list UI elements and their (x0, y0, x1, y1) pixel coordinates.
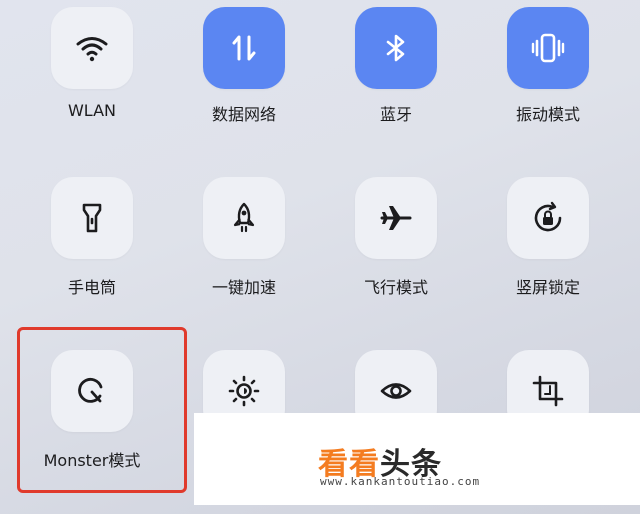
airplane-mode-label: 飞行模式 (363, 278, 428, 297)
vibrate-toggle[interactable] (507, 7, 589, 89)
screenshot-crop-icon (532, 375, 564, 407)
speed-boost-toggle[interactable] (203, 177, 285, 259)
bluetooth-toggle[interactable] (355, 7, 437, 89)
wifi-icon (76, 37, 108, 62)
rotation-lock-toggle[interactable] (507, 177, 589, 259)
flashlight-label: 手电筒 (67, 278, 116, 297)
quick-settings-panel: WLAN 数据网络 蓝牙 振动模式 手电筒 一键加速 飞行模式 竖屏锁定 Mon… (0, 0, 640, 514)
wlan-label: WLAN (67, 101, 116, 120)
bluetooth-label: 蓝牙 (379, 105, 412, 124)
brightness-icon (228, 375, 260, 407)
watermark-url: www.kankantoutiao.com (320, 475, 481, 488)
vibrate-label: 振动模式 (515, 105, 580, 124)
wlan-toggle[interactable] (51, 7, 133, 89)
airplane-mode-toggle[interactable] (355, 177, 437, 259)
watermark-banner: 看看头条 www.kankantoutiao.com (194, 413, 640, 505)
highlight-annotation-box (17, 327, 187, 493)
flashlight-icon (82, 203, 102, 233)
flashlight-toggle[interactable] (51, 177, 133, 259)
data-network-label: 数据网络 (211, 105, 276, 124)
vibrate-icon (531, 33, 565, 63)
data-network-icon (232, 35, 256, 61)
rotation-lock-icon (534, 201, 562, 232)
rotation-lock-label: 竖屏锁定 (515, 278, 580, 297)
speed-boost-label: 一键加速 (211, 278, 276, 297)
bluetooth-icon (386, 34, 405, 62)
rocket-icon (233, 202, 255, 233)
data-network-toggle[interactable] (203, 7, 285, 89)
eye-icon (380, 383, 412, 399)
airplane-icon (380, 206, 412, 230)
